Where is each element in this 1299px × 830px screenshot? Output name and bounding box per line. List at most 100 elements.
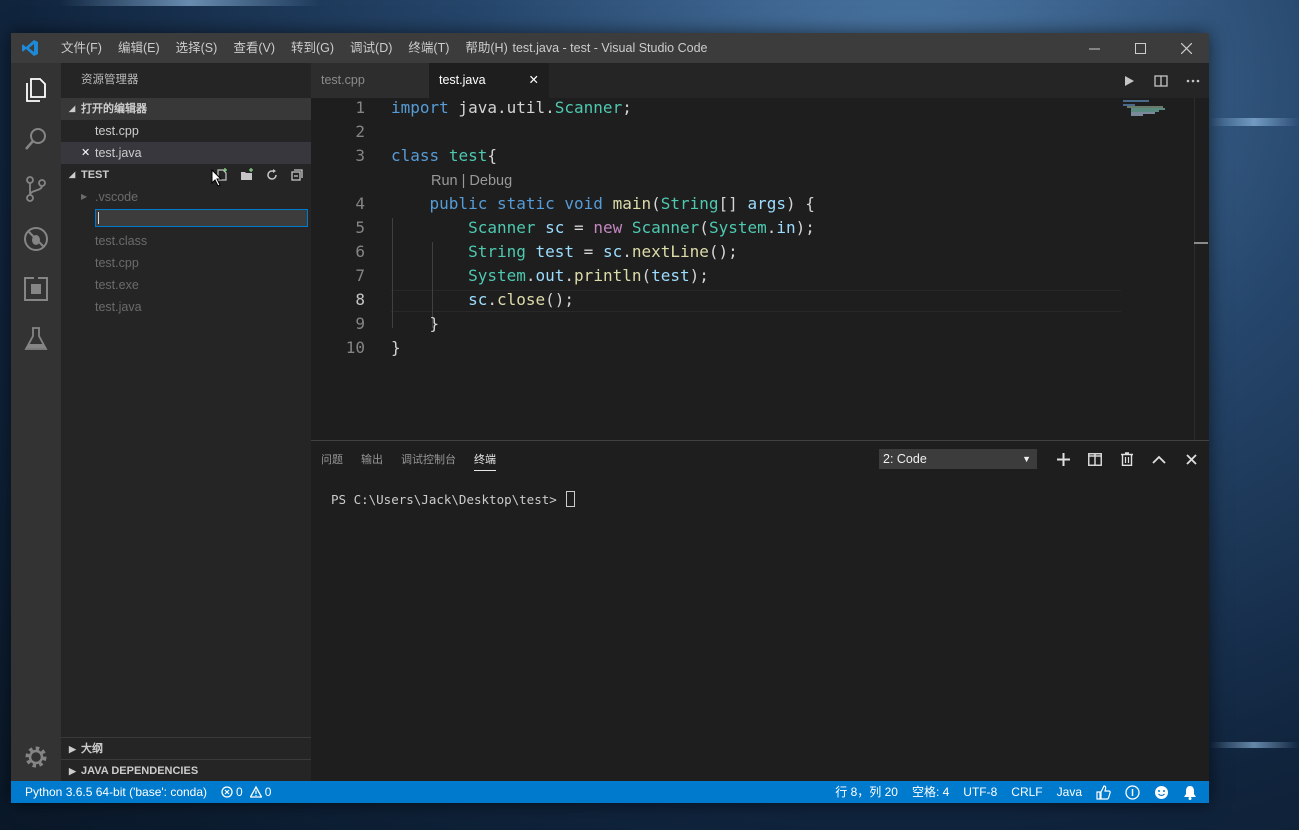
code-line: Scanner sc = new Scanner(System.in);: [468, 218, 815, 237]
open-editor-item[interactable]: ✕ test.java: [61, 142, 311, 164]
line-number: 9: [355, 314, 365, 333]
open-editor-item[interactable]: test.cpp: [61, 120, 311, 142]
new-file-row[interactable]: [61, 208, 311, 230]
notification-bell-icon[interactable]: [1183, 785, 1197, 800]
tab-test-java[interactable]: test.java ✕: [429, 63, 549, 98]
activity-bar: [11, 63, 61, 781]
mouse-cursor-icon: [211, 169, 223, 187]
explorer-icon[interactable]: [22, 75, 50, 103]
problems-indicator[interactable]: 0 0: [221, 781, 271, 803]
error-count: 0: [236, 785, 243, 799]
file-item-label: test.exe: [95, 278, 139, 292]
kill-terminal-button[interactable]: [1111, 441, 1143, 477]
ellipsis-icon: [1186, 79, 1200, 82]
menu-help[interactable]: 帮助(H): [457, 33, 515, 63]
cursor-position[interactable]: 行 8，列 20: [835, 781, 898, 803]
wallpaper-streak: [60, 0, 320, 6]
end-of-line[interactable]: CRLF: [1011, 781, 1042, 803]
source-control-icon[interactable]: [22, 175, 50, 203]
tab-terminal[interactable]: 终端: [474, 451, 496, 471]
open-editor-label: test.java: [95, 146, 142, 160]
close-window-button[interactable]: [1163, 33, 1209, 63]
python-interpreter[interactable]: Python 3.6.5 64-bit ('base': conda): [25, 781, 207, 803]
menu-edit[interactable]: 编辑(E): [110, 33, 168, 63]
new-terminal-button[interactable]: [1047, 441, 1079, 477]
menu-file[interactable]: 文件(F): [53, 33, 110, 63]
menu-view[interactable]: 查看(V): [225, 33, 283, 63]
code-line: }: [391, 314, 440, 333]
open-editors-header[interactable]: ◢ 打开的编辑器: [61, 98, 311, 120]
trash-icon: [1121, 452, 1133, 466]
feedback-smiley-icon[interactable]: [1154, 785, 1169, 800]
maximize-panel-button[interactable]: [1143, 441, 1175, 477]
code-editor[interactable]: 1 2 3 4 5 6 7 8 9 10 Run | Debug import …: [311, 98, 1209, 440]
chevron-down-icon: ◢: [69, 104, 76, 113]
search-icon[interactable]: [22, 125, 50, 153]
test-flask-icon[interactable]: [22, 325, 50, 353]
vertical-scrollbar[interactable]: [1194, 98, 1195, 440]
tab-test-cpp[interactable]: test.cpp: [311, 63, 429, 98]
folder-item[interactable]: ▶ .vscode: [61, 186, 311, 208]
indentation[interactable]: 空格: 4: [912, 781, 949, 803]
maximize-button[interactable]: [1117, 33, 1163, 63]
split-editor-button[interactable]: [1145, 63, 1177, 98]
menu-debug[interactable]: 调试(D): [342, 33, 400, 63]
run-button[interactable]: [1113, 63, 1145, 98]
chevron-up-icon: [1152, 455, 1166, 464]
folder-header[interactable]: ◢ TEST: [61, 164, 311, 186]
file-item[interactable]: test.cpp: [61, 252, 311, 274]
split-terminal-button[interactable]: [1079, 441, 1111, 477]
menu-terminal[interactable]: 终端(T): [400, 33, 457, 63]
open-editor-label: test.cpp: [95, 124, 139, 138]
menu-bar: 文件(F) 编辑(E) 选择(S) 查看(V) 转到(G) 调试(D) 终端(T…: [53, 33, 516, 63]
collapse-all-icon[interactable]: [289, 167, 305, 183]
sidebar-title: 资源管理器: [81, 74, 139, 86]
java-info-icon[interactable]: [1125, 784, 1140, 800]
chevron-down-icon: ◢: [69, 170, 76, 179]
folder-label: TEST: [81, 169, 110, 181]
warning-count: 0: [264, 785, 272, 799]
more-actions-button[interactable]: [1177, 63, 1209, 98]
tab-label: test.java: [439, 73, 486, 87]
warning-icon: [249, 786, 262, 798]
minimap[interactable]: [1119, 98, 1199, 128]
file-item-label: test.java: [95, 300, 142, 314]
extensions-icon[interactable]: [22, 275, 50, 303]
gear-icon[interactable]: [22, 743, 50, 771]
menu-go[interactable]: 转到(G): [283, 33, 342, 63]
close-icon[interactable]: ✕: [81, 142, 90, 164]
terminal-cursor: [566, 491, 576, 507]
file-item[interactable]: test.exe: [61, 274, 311, 296]
file-encoding[interactable]: UTF-8: [963, 781, 997, 803]
terminal-output[interactable]: PS C:\Users\Jack\Desktop\test>: [331, 491, 576, 507]
error-icon: [221, 786, 233, 798]
refresh-icon[interactable]: [264, 167, 280, 183]
close-panel-button[interactable]: [1175, 441, 1207, 477]
language-mode[interactable]: Java: [1057, 781, 1082, 803]
editor-tab-bar: test.cpp test.java ✕: [311, 63, 1209, 98]
codelens-run-debug[interactable]: Run | Debug: [431, 173, 512, 189]
debug-icon[interactable]: [22, 225, 50, 253]
new-file-name-input[interactable]: [95, 209, 308, 227]
outline-header[interactable]: ▶ 大纲: [61, 737, 311, 760]
file-item[interactable]: test.class: [61, 230, 311, 252]
close-icon[interactable]: ✕: [529, 63, 539, 98]
menu-selection[interactable]: 选择(S): [168, 33, 226, 63]
tab-problems[interactable]: 问题: [321, 451, 343, 467]
java-dependencies-header[interactable]: ▶ JAVA DEPENDENCIES: [61, 759, 311, 782]
vscode-window: 文件(F) 编辑(E) 选择(S) 查看(V) 转到(G) 调试(D) 终端(T…: [11, 33, 1209, 803]
thumbs-up-icon[interactable]: [1096, 784, 1111, 800]
status-bar: Python 3.6.5 64-bit ('base': conda) 0 0 …: [11, 781, 1209, 803]
split-editor-icon: [1154, 74, 1168, 87]
bottom-panel: 问题 输出 调试控制台 终端 2: Code ▼ PS C:\Users\Jac…: [311, 440, 1209, 782]
tab-debug-console[interactable]: 调试控制台: [401, 451, 456, 467]
terminal-select[interactable]: 2: Code ▼: [879, 449, 1037, 469]
tab-output[interactable]: 输出: [361, 451, 383, 467]
file-item-label: test.class: [95, 234, 148, 248]
close-icon: [1180, 42, 1192, 54]
code-line: }: [391, 338, 401, 357]
new-folder-icon[interactable]: [239, 167, 255, 183]
explorer-sidebar: 资源管理器 ◢ 打开的编辑器 test.cpp ✕ test.java ◢ TE…: [61, 63, 311, 781]
file-item[interactable]: test.java: [61, 296, 311, 318]
minimize-button[interactable]: [1071, 33, 1117, 63]
